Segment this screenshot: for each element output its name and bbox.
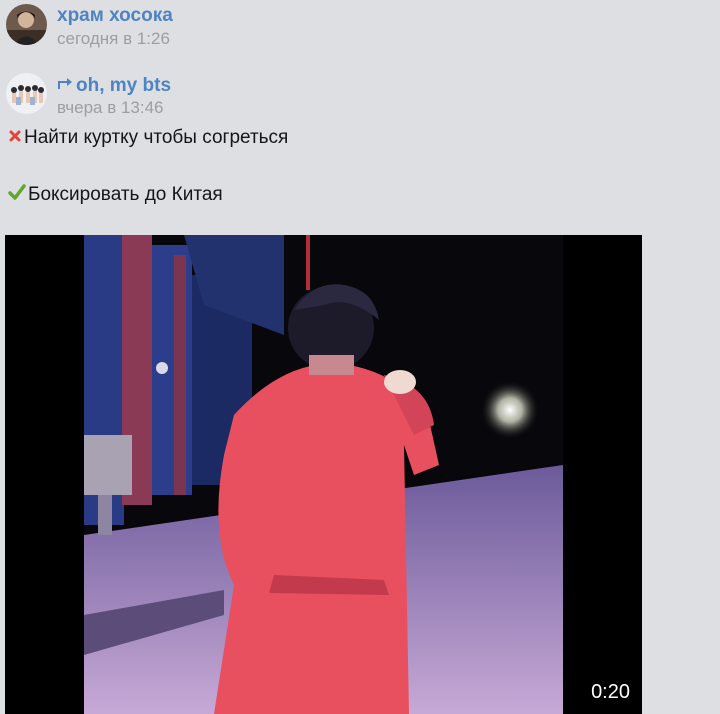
- post-text-line: Найти куртку чтобы согреться: [8, 127, 288, 149]
- video-player[interactable]: 0:20: [5, 235, 642, 714]
- post-text-line: Боксировать до Китая: [8, 183, 223, 207]
- post-timestamp[interactable]: сегодня в 1:26: [57, 29, 170, 49]
- author-avatar[interactable]: [6, 73, 47, 114]
- post-header: храм хосока сегодня в 1:26: [0, 0, 720, 48]
- post-timestamp[interactable]: вчера в 13:46: [57, 98, 164, 118]
- repost-header: oh, my bts вчера в 13:46: [0, 71, 720, 119]
- green-check-mark-icon: [8, 183, 26, 207]
- post-text: Боксировать до Китая: [28, 184, 223, 205]
- red-cross-mark-icon: [8, 127, 22, 149]
- author-name-link[interactable]: храм хосока: [57, 5, 173, 27]
- post-text: Найти куртку чтобы согреться: [24, 127, 289, 148]
- repost-arrow-icon: [57, 75, 73, 97]
- author-name-text[interactable]: oh, my bts: [76, 75, 171, 96]
- video-thumbnail[interactable]: [84, 235, 563, 714]
- author-name-link[interactable]: oh, my bts: [57, 75, 171, 97]
- author-avatar[interactable]: [6, 4, 47, 45]
- video-duration-label: 0:20: [591, 681, 630, 703]
